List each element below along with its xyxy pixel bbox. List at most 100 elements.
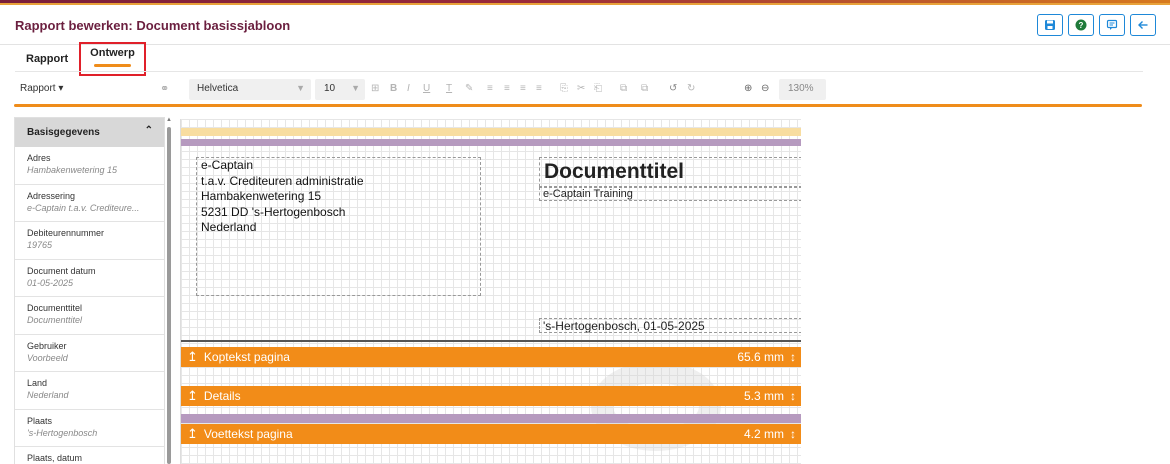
zoom-out-icon[interactable]: ⊖ [761,83,769,94]
scroll-up-icon[interactable]: ▲ [166,117,172,123]
field-label: Land [27,378,48,388]
design-toolbar: Rapport ▾ ⚭ Helvetica ▼ 10 ▼ ⊞ B I U T ✎ ≡… [14,76,1142,102]
place-date-field[interactable]: 's-Hertogenbosch, 01-05-2025 [539,318,801,333]
align-justify-icon[interactable]: ≡ [536,83,542,94]
rapport-menu[interactable]: Rapport ▾ [20,83,63,94]
section-label: Koptekst pagina [203,350,290,364]
section-height: 5.3 mm ↕ [744,389,796,403]
field-label: Gebruiker [27,340,67,351]
font-size-value: 10 [324,83,336,94]
resize-vertical-icon[interactable]: ↕ [790,350,796,364]
sidebar-item-adres[interactable]: Adres Hambakenwetering 15 [15,147,164,185]
svg-text:?: ? [1079,21,1084,30]
band-divider [181,340,801,342]
group-icon[interactable]: ⧉ [620,83,627,94]
address-line: e-Captain [201,158,254,172]
sidebar-item-debiteurennummer[interactable]: Debiteurennummer 19765 [15,222,164,260]
sidebar-section-title: Basisgegevens [27,127,100,138]
address-line: 5231 DD 's-Hertogenbosch [201,204,346,219]
back-button[interactable] [1130,14,1156,36]
link-fields-icon[interactable]: ⚭ [160,82,169,95]
sidebar-item-plaats-datum[interactable]: Plaats, datum [15,447,164,464]
page-header: Rapport bewerken: Document basissjabloon… [0,5,1170,45]
help-icon: ? [1075,19,1087,31]
sidebar-item-adressering[interactable]: Adressering e-Captain t.a.v. Crediteure..… [15,185,164,222]
preview-icon [1106,19,1118,30]
zoom-level[interactable]: 130% [779,79,826,100]
section-height: 4.2 mm ↕ [744,427,796,441]
undo-icon[interactable]: ↺ [669,83,677,94]
address-line: Nederland [201,220,257,234]
section-label: Details [203,389,241,403]
underline-icon[interactable]: U [423,83,430,94]
section-height-value: 5.3 mm [743,389,784,403]
scrollbar-thumb[interactable] [167,127,171,464]
fields-sidebar: Basisgegevens ⌃ Adres Hambakenwetering 15… [14,117,165,464]
field-label: Adres [27,153,51,163]
ungroup-icon[interactable]: ⧉ [641,83,648,94]
tab-ontwerp-label: Ontwerp [90,47,135,59]
copy-icon[interactable]: ⎘ [560,83,568,94]
cut-icon[interactable]: ✂ [577,83,585,94]
sidebar-scrollbar[interactable]: ▲ [166,117,172,464]
sidebar-item-gebruiker[interactable]: Gebruiker Voorbeeld [15,335,164,372]
save-button[interactable] [1037,14,1063,36]
border-icon[interactable]: ⊞ [371,83,379,94]
sidebar-item-documenttitel[interactable]: Documenttitel Documenttitel [15,297,164,335]
collapse-arrow-icon[interactable]: ↥ [187,388,198,404]
back-icon [1138,21,1148,29]
document-title-field[interactable]: Documenttitel [539,157,801,187]
resize-vertical-icon[interactable]: ↕ [790,427,796,441]
collapse-arrow-icon[interactable]: ↥ [187,426,198,442]
field-value: Voorbeeld [27,352,68,363]
zoom-in-icon[interactable]: ⊕ [744,83,752,94]
chevron-up-icon: ⌃ [144,125,153,136]
font-size-select[interactable]: 10 ▼ [315,79,365,100]
help-button[interactable]: ? [1068,14,1094,36]
sidebar-item-document-datum[interactable]: Document datum 01-05-2025 [15,260,164,297]
field-value: 19765 [27,240,53,250]
section-details[interactable]: ↥ Details 5.3 mm ↕ [181,386,801,406]
field-label: Adressering [27,190,76,201]
design-canvas[interactable]: e-Captain t.a.v. Crediteuren administrat… [180,119,801,464]
font-select-value: Helvetica [197,83,239,94]
address-line: t.a.v. Crediteuren administratie [201,173,364,188]
page-title: Rapport bewerken: Document basissjabloon [15,18,291,33]
section-height: 65.6 mm ↕ [737,350,796,364]
tab-rapport[interactable]: Rapport [15,48,79,72]
tab-divider [15,71,1143,72]
section-koptekst-pagina[interactable]: ↥ Koptekst pagina 65.6 mm ↕ [181,347,801,367]
subtitle-field[interactable]: e-Captain Training [539,187,801,201]
sidebar-item-plaats[interactable]: Plaats's-Hertogenbosch [15,410,164,447]
highlight-icon[interactable]: ✎ [465,83,473,94]
section-voettekst-pagina[interactable]: ↥ Voettekst pagina 4.2 mm ↕ [181,424,801,444]
preview-button[interactable] [1099,14,1125,36]
save-icon [1045,20,1055,30]
resize-vertical-icon[interactable]: ↕ [790,389,796,403]
field-value: 01-05-2025 [27,277,74,288]
active-tab-indicator [94,64,131,67]
address-block[interactable]: e-Captain t.a.v. Crediteuren administrat… [196,157,481,296]
bold-icon[interactable]: B [390,83,397,94]
section-label: Voettekst pagina [203,427,293,441]
header-actions: ? [1037,14,1156,36]
paste-icon[interactable]: ⎗ [594,83,602,94]
italic-icon[interactable]: I [407,83,410,94]
collapse-arrow-icon[interactable]: ↥ [187,349,198,365]
field-label: Debiteurennummer [27,228,105,238]
font-select[interactable]: Helvetica ▼ [189,79,311,100]
field-value: e-Captain t.a.v. Crediteure... [27,202,140,213]
field-value: Documenttitel [27,315,83,325]
align-left-icon[interactable]: ≡ [487,83,493,94]
header-band-purple [181,139,801,146]
align-center-icon[interactable]: ≡ [504,83,510,94]
sidebar-section-header[interactable]: Basisgegevens ⌃ [15,118,164,147]
text-color-icon[interactable]: T [446,83,452,94]
chevron-down-icon: ▼ [296,83,305,93]
field-value: Nederland [27,390,69,400]
document-title-text: Documenttitel [544,160,685,183]
section-height-value: 4.2 mm [743,427,784,441]
align-right-icon[interactable]: ≡ [520,83,526,94]
redo-icon[interactable]: ↻ [687,83,695,94]
sidebar-item-land[interactable]: Land Nederland [15,372,164,410]
